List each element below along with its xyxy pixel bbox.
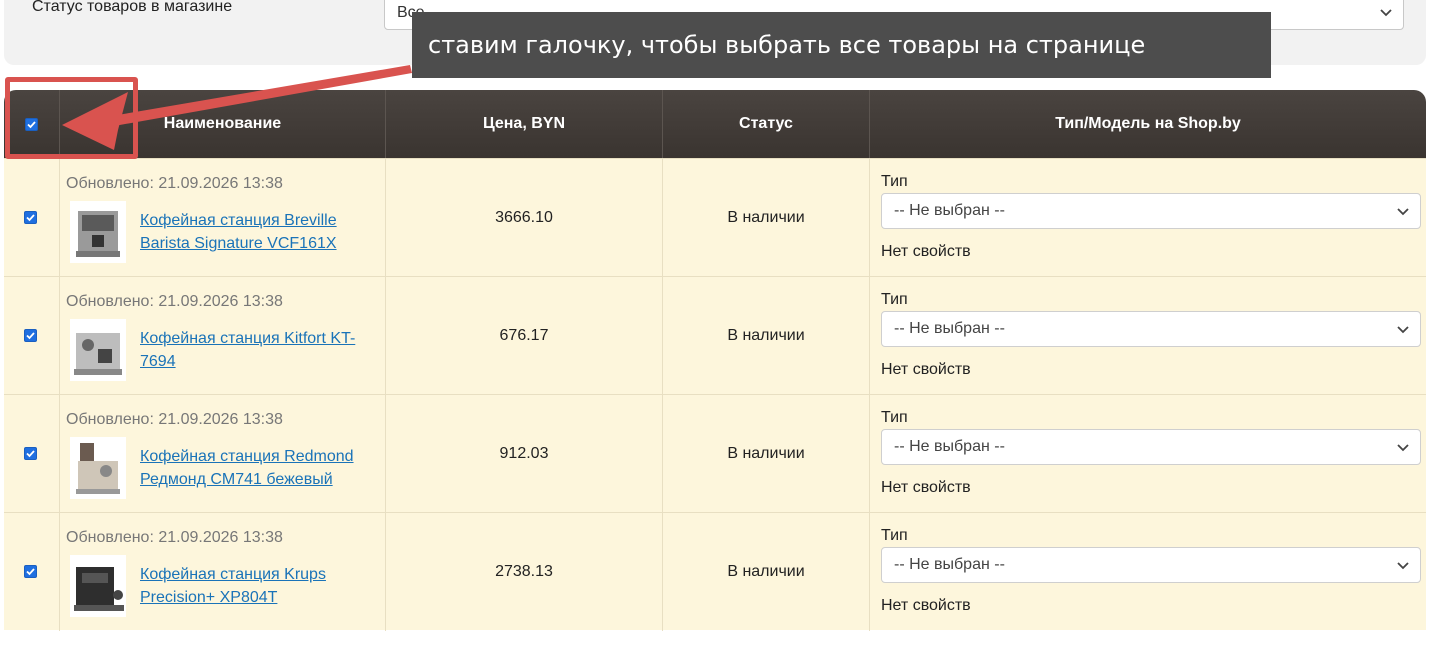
annotation-tooltip: ставим галочку, чтобы выбрать все товары… [412, 12, 1271, 78]
annotation-arrow [62, 65, 412, 150]
annotation-highlight-box [5, 77, 138, 159]
